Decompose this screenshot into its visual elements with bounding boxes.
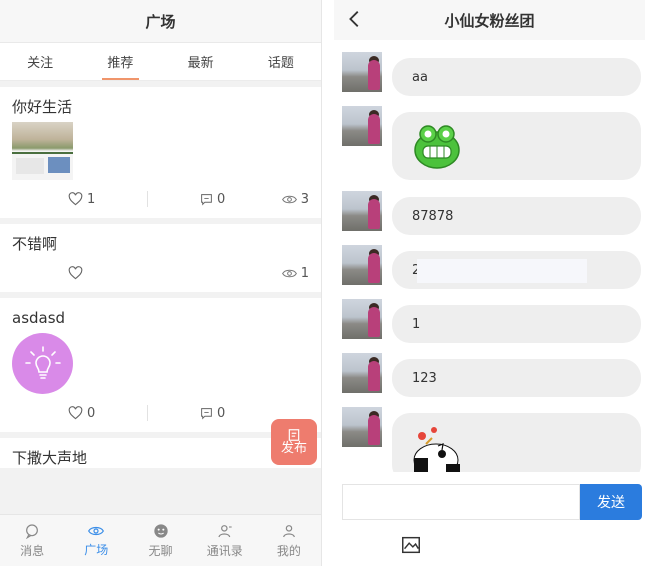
eye-icon <box>281 269 297 277</box>
avatar[interactable] <box>342 407 382 447</box>
tab-follow[interactable]: 关注 <box>0 43 80 80</box>
post-card[interactable]: asdasd 0 0 <box>0 298 321 432</box>
nav-item-messages[interactable]: 消息 <box>0 515 64 566</box>
like-button[interactable]: 1 <box>68 192 95 207</box>
post-card[interactable]: 不错啊 1 <box>0 224 321 292</box>
chat-icon <box>26 523 39 539</box>
feed-tabs: 关注 推荐 最新 话题 <box>0 43 321 81</box>
chat-input-bar: 发送 <box>334 472 645 566</box>
eye-icon <box>281 195 297 203</box>
panda-sticker-icon <box>413 427 460 472</box>
like-button[interactable] <box>68 266 83 280</box>
page-title: 广场 <box>0 0 321 43</box>
avatar[interactable] <box>342 191 382 231</box>
post-title: 你好生活 <box>12 98 73 116</box>
view-count-group: 3 <box>281 191 309 207</box>
message-list: aa 87878 1 123 <box>334 40 645 472</box>
nav-item-square[interactable]: 广场 <box>64 515 128 566</box>
nav-item-bored[interactable]: 无聊 <box>128 515 192 566</box>
post-image[interactable] <box>12 122 73 180</box>
view-count: 3 <box>300 191 309 207</box>
divider <box>147 405 148 421</box>
comment-button[interactable]: 0 <box>200 406 225 421</box>
message-bubble: 1 <box>392 305 641 343</box>
message-bubble: 87878 <box>392 197 641 235</box>
contacts-icon <box>218 524 232 537</box>
lightbulb-icon <box>24 345 61 379</box>
like-count: 0 <box>87 405 96 421</box>
chat-title: 小仙女粉丝团 <box>444 11 535 30</box>
post-title: asdasd <box>12 309 66 327</box>
tab-topics[interactable]: 话题 <box>241 43 321 80</box>
message-input[interactable] <box>342 484 580 520</box>
view-count: 1 <box>300 265 309 281</box>
heart-icon <box>68 406 83 420</box>
nav-item-contacts[interactable]: 通讯录 <box>193 515 257 566</box>
message-bubble: aa <box>392 58 641 96</box>
square-screen: 广场 关注 推荐 最新 话题 你好生活 1 0 3 不错啊 1 asdasd 0… <box>0 0 322 566</box>
eye-icon <box>88 526 105 535</box>
divider <box>147 191 148 207</box>
nav-item-me[interactable]: 我的 <box>257 515 321 566</box>
avatar[interactable] <box>342 245 382 285</box>
image-picker-icon[interactable] <box>400 534 422 556</box>
heart-icon <box>68 266 83 280</box>
publish-label: 发布 <box>280 441 307 456</box>
comment-button[interactable]: 0 <box>200 192 225 207</box>
chat-header: 小仙女粉丝团 <box>334 0 645 40</box>
nav-label: 广场 <box>84 542 109 557</box>
post-title: 不错啊 <box>12 235 58 253</box>
avatar[interactable] <box>342 52 382 92</box>
like-button[interactable]: 0 <box>68 406 95 421</box>
message-bubble: 123 <box>392 359 641 397</box>
tab-recommend[interactable]: 推荐 <box>80 43 160 80</box>
avatar[interactable] <box>342 353 382 393</box>
publish-button[interactable]: 发布 <box>271 419 317 465</box>
send-button[interactable]: 发送 <box>580 484 642 520</box>
nav-label: 消息 <box>20 543 45 558</box>
heart-icon <box>68 192 83 206</box>
smile-icon <box>153 523 168 538</box>
post-actions: 0 0 <box>12 394 309 432</box>
nav-label: 通讯录 <box>206 543 243 558</box>
comment-count: 0 <box>217 405 226 421</box>
edit-icon <box>288 429 300 441</box>
nav-label: 无聊 <box>148 543 173 558</box>
user-icon <box>282 524 295 537</box>
post-title: 下撒大声地 <box>12 449 88 467</box>
chat-screen: 小仙女粉丝团 aa 87878 1 123 发送 <box>334 0 645 566</box>
like-count: 1 <box>87 191 96 207</box>
frog-sticker-icon <box>414 125 460 169</box>
comment-count: 0 <box>217 191 226 207</box>
post-actions: 1 <box>12 254 309 292</box>
comment-icon <box>201 193 212 206</box>
redacted-overlay <box>417 259 587 283</box>
nav-label: 我的 <box>276 543 301 558</box>
comment-icon <box>201 407 212 420</box>
view-count-group: 1 <box>281 265 309 281</box>
message-bubble <box>392 413 641 472</box>
post-card[interactable]: 你好生活 1 0 3 <box>0 87 321 218</box>
bottom-nav: 消息 广场 无聊 通讯录 我的 <box>0 514 321 566</box>
back-chevron-icon[interactable] <box>344 8 366 30</box>
post-image[interactable] <box>12 333 73 394</box>
post-actions: 1 0 3 <box>12 180 309 218</box>
avatar[interactable] <box>342 299 382 339</box>
avatar[interactable] <box>342 106 382 146</box>
tab-latest[interactable]: 最新 <box>161 43 241 80</box>
message-bubble <box>392 112 641 180</box>
